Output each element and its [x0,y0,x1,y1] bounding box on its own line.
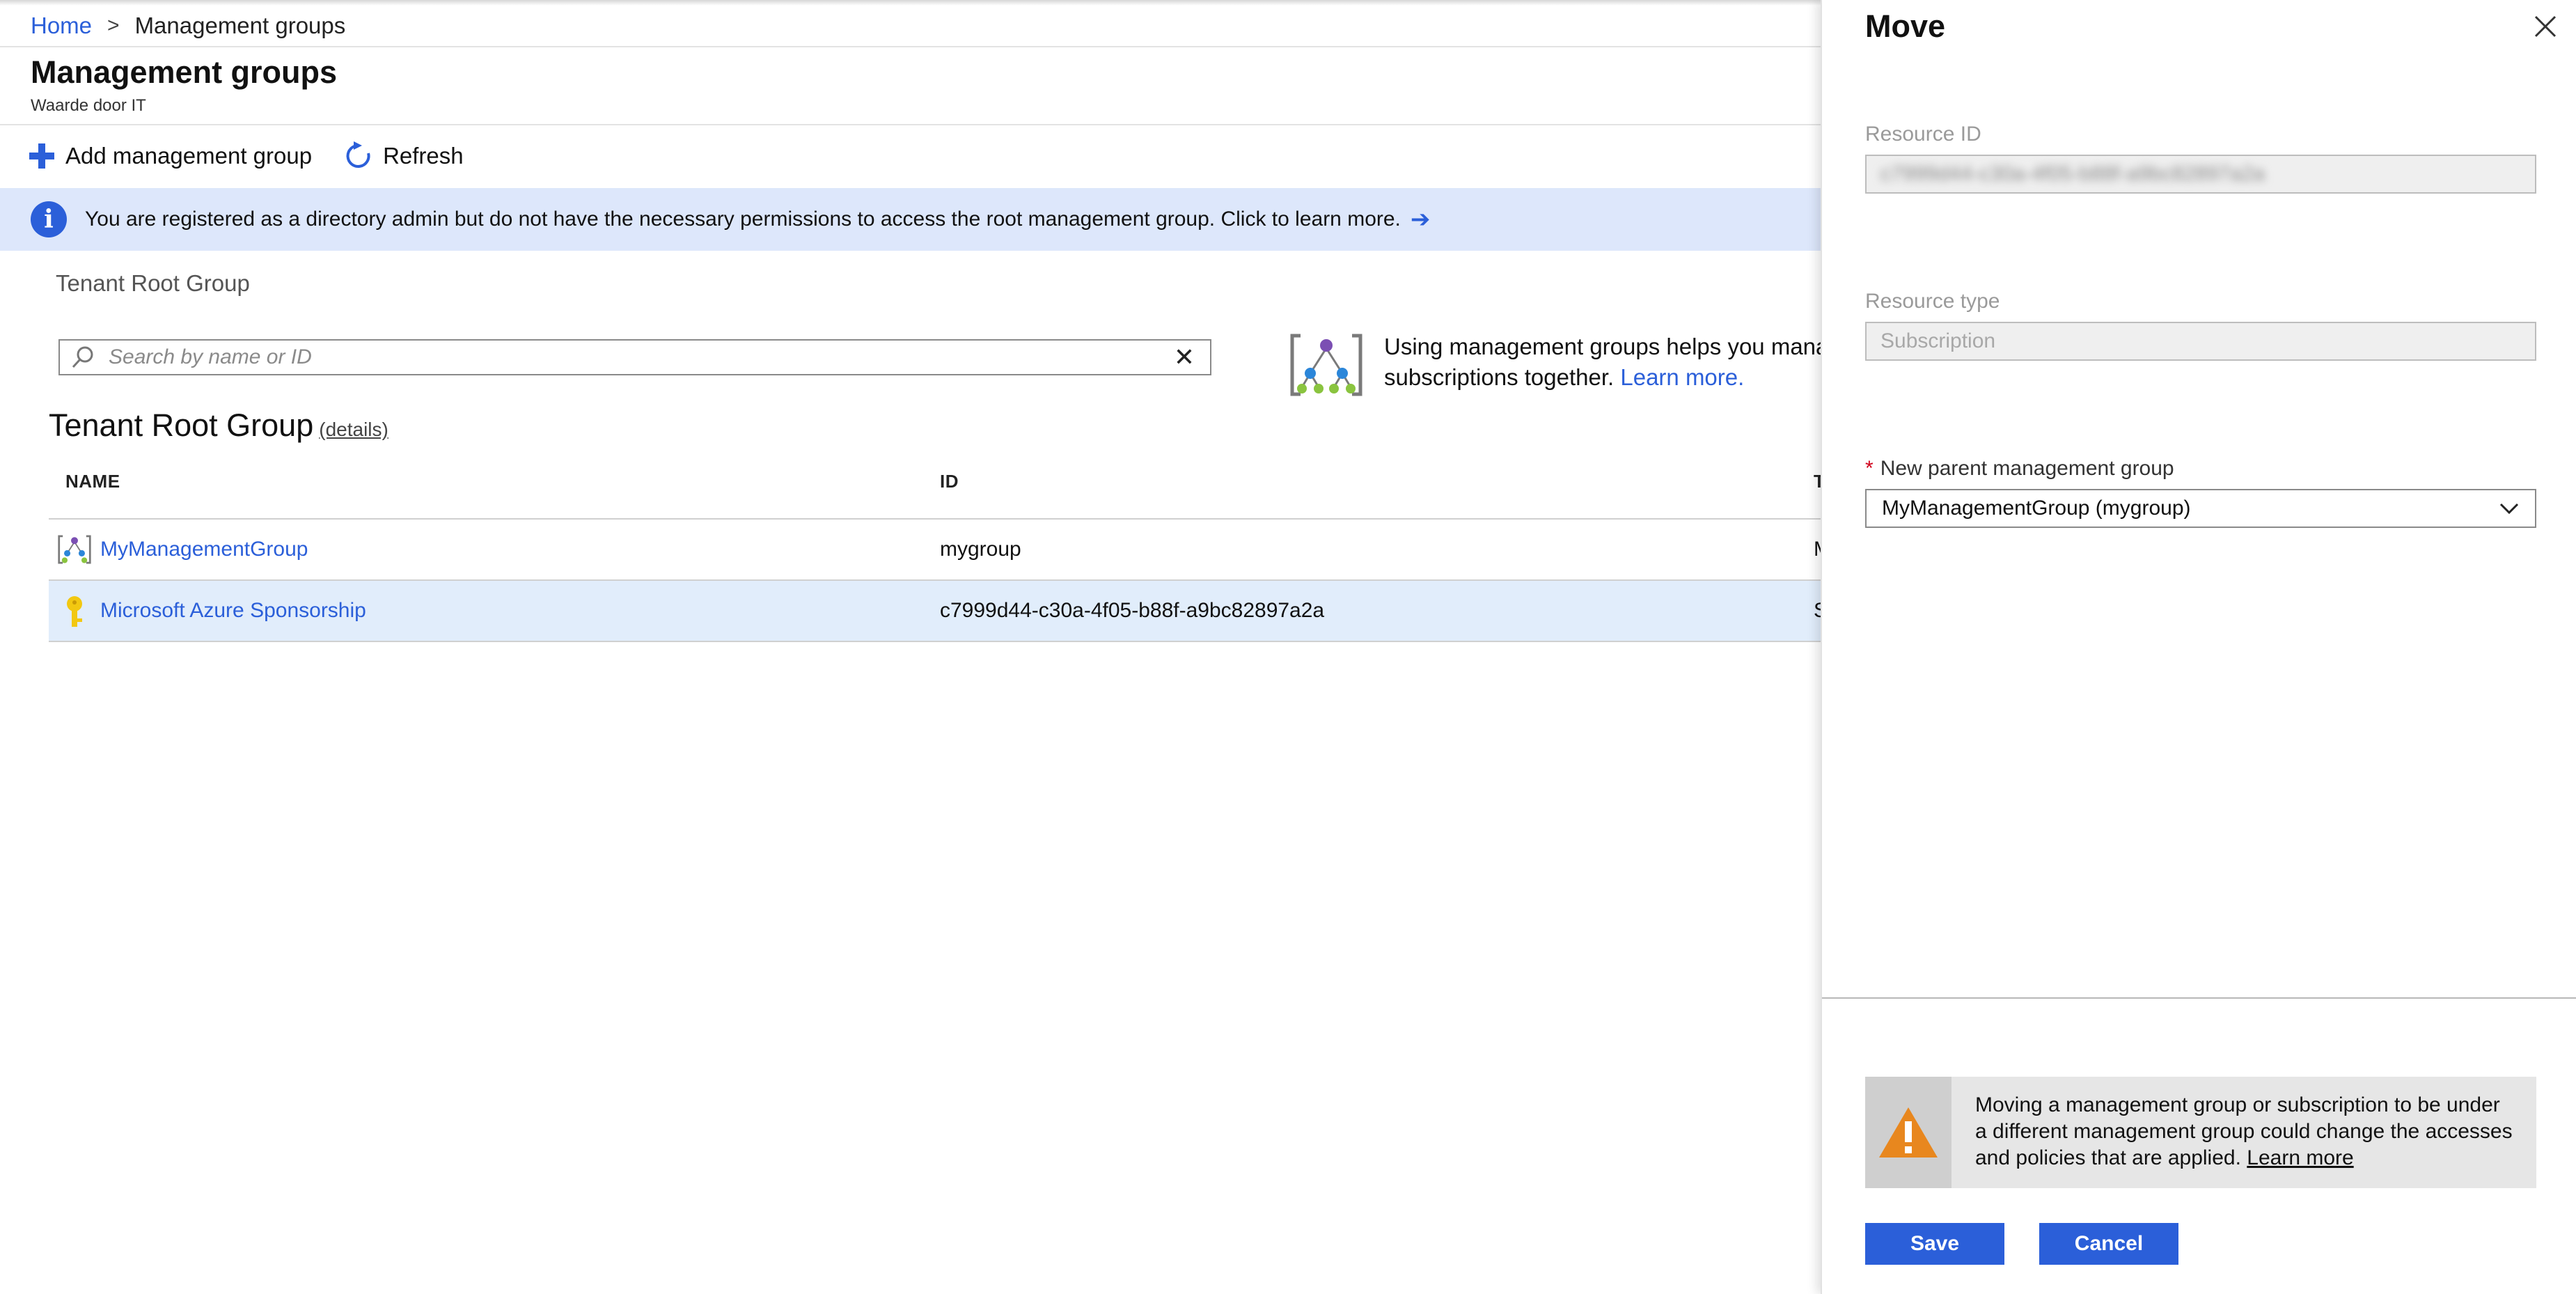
warning-line-3-text: and policies that are applied. [1975,1146,2241,1169]
required-marker: * [1865,457,1874,480]
resource-type-label: Resource type [1865,290,2000,313]
plus-icon [29,143,54,169]
move-panel: Move Resource ID c7999d44-c30a-4f05-b88f… [1821,0,2576,1294]
breadcrumb-current: Management groups [134,13,346,38]
chevron-down-icon [2499,503,2519,515]
warning-icon [1865,1077,1951,1188]
new-parent-dropdown[interactable]: MyManagementGroup (mygroup) [1865,489,2536,528]
column-header-name[interactable]: NAME [65,471,120,492]
add-management-group-label: Add management group [65,143,313,169]
row-name-link[interactable]: Microsoft Azure Sponsorship [100,581,366,641]
row-id: c7999d44-c30a-4f05-b88f-a9bc82897a2a [940,599,1325,622]
resource-type-value: Subscription [1880,329,1996,352]
search-box: ✕ [58,339,1211,375]
management-group-icon [58,535,91,564]
warning-learn-more-link[interactable]: Learn more [2247,1146,2353,1169]
close-icon[interactable] [2533,14,2558,39]
banner-text: You are registered as a directory admin … [85,208,1401,231]
warning-line-1: Moving a management group or subscriptio… [1975,1093,2500,1116]
breadcrumb-home-link[interactable]: Home [31,13,92,39]
section-title: Tenant Root Group [49,407,314,443]
row-type: S [1814,581,1821,641]
refresh-label: Refresh [383,143,464,169]
column-header-type[interactable]: T [1814,471,1821,492]
add-management-group-button[interactable]: Add management group [28,142,312,170]
panel-title: Move [1865,8,1946,44]
resource-id-field: c7999d44-c30a-4f05-b88f-a9bc82897a2a [1865,155,2536,194]
row-id: mygroup [940,538,1021,561]
details-link[interactable]: (details) [319,419,388,441]
warning-text: Moving a management group or subscriptio… [1951,1077,2531,1188]
resource-id-value: c7999d44-c30a-4f05-b88f-a9bc82897a2a [1880,162,2265,185]
new-parent-label-text: New parent management group [1880,457,2174,480]
promo-text: Using management groups helps you mana s… [1384,332,1821,393]
management-groups-hierarchy-icon [1288,330,1365,403]
table-row[interactable]: MyManagementGroup mygroup M [49,520,1821,579]
table-row[interactable]: Microsoft Azure Sponsorship c7999d44-c30… [49,581,1821,641]
refresh-icon [346,141,370,168]
header-divider [0,124,1821,125]
info-icon: i [31,201,67,237]
row-name-link[interactable]: MyManagementGroup [100,520,308,579]
promo-line-2-text: subscriptions together. [1384,364,1615,390]
save-button[interactable]: Save [1865,1223,2004,1265]
main-content: Home > Management groups Management grou… [0,0,1821,1294]
resource-type-field: Subscription [1865,322,2536,361]
cancel-button[interactable]: Cancel [2039,1223,2178,1265]
new-parent-label: * New parent management group [1865,457,2174,481]
new-parent-value: MyManagementGroup (mygroup) [1882,497,2191,520]
search-input[interactable] [107,345,1174,370]
breadcrumb: Home > Management groups [31,8,345,43]
panel-footer-divider [1822,997,2576,999]
promo-line-1: Using management groups helps you mana [1384,334,1821,359]
breadcrumb-separator-icon: > [107,14,120,37]
warning-line-3: and policies that are applied. Learn mor… [1975,1145,2513,1171]
subscription-key-icon [67,596,82,627]
section-header: Tenant Root Group (details) [49,407,388,444]
refresh-button[interactable]: Refresh [344,141,464,171]
learn-more-link[interactable]: Learn more. [1620,364,1744,390]
page-title: Management groups [31,54,338,90]
row-type: M [1814,520,1821,579]
breadcrumb-divider [0,46,1821,47]
toolbar: Add management group Refresh [28,137,496,176]
warning-message: Moving a management group or subscriptio… [1865,1077,2536,1188]
resource-id-label: Resource ID [1865,123,1981,146]
column-header-id[interactable]: ID [940,471,959,492]
permission-info-banner[interactable]: i You are registered as a directory admi… [0,188,1821,251]
promo-line-2: subscriptions together. Learn more. [1384,362,1821,393]
scope-label: Tenant Root Group [56,270,250,296]
clear-search-icon[interactable]: ✕ [1174,343,1195,372]
page-subtitle: Waarde door IT [31,96,146,115]
warning-line-2: a different management group could chang… [1975,1120,2513,1143]
search-icon [72,346,93,368]
arrow-right-icon: ➔ [1410,206,1431,233]
row-divider [49,641,1821,642]
